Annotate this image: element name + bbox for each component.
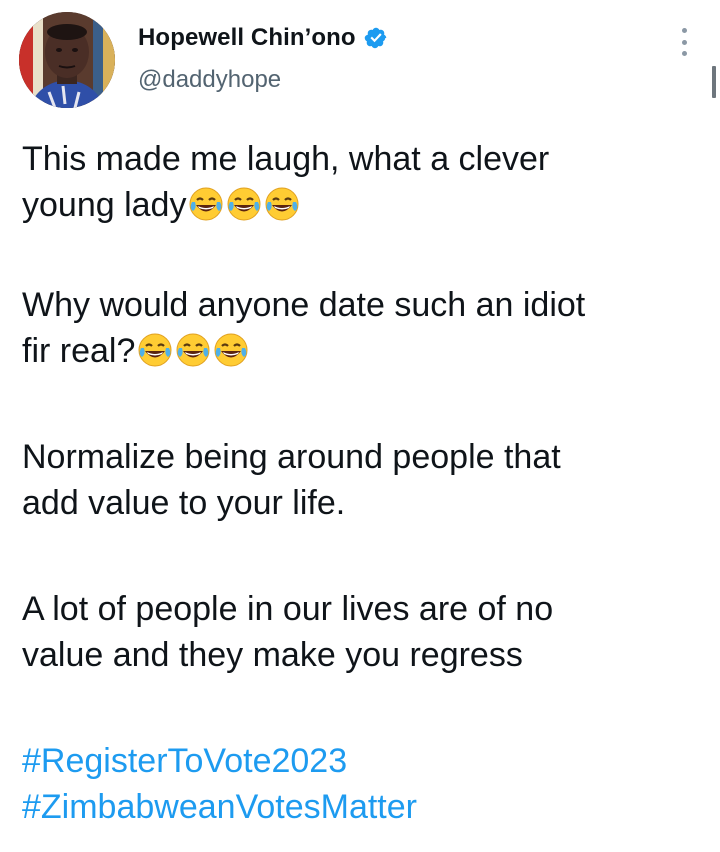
hashtag-link[interactable]: #RegisterToVote2023 — [22, 738, 347, 784]
user-handle[interactable]: @daddyhope — [138, 66, 281, 94]
hashtag-link[interactable]: #ZimbabweanVotesMatter — [22, 784, 417, 830]
tweet-text-line: Normalize being around people that — [22, 438, 561, 476]
tweet-text-fragment: young lady — [22, 186, 187, 224]
tweet-text-line: add value to your life. — [22, 484, 346, 522]
emoji-group — [137, 332, 249, 368]
avatar[interactable] — [19, 12, 115, 108]
face-with-tears-of-joy-icon — [137, 332, 173, 368]
tweet-card: Hopewell Chin’ono @daddyhope This made m… — [0, 0, 720, 852]
face-with-tears-of-joy-icon — [226, 186, 262, 222]
face-with-tears-of-joy-icon — [213, 332, 249, 368]
author-name-row: Hopewell Chin’ono — [138, 24, 388, 52]
tweet-text-line: A lot of people in our lives are of no — [22, 590, 554, 628]
face-with-tears-of-joy-icon — [188, 186, 224, 222]
tweet-text-fragment: fir real? — [22, 332, 136, 370]
tweet-text-line: Why would anyone date such an idiot — [22, 286, 586, 324]
display-name[interactable]: Hopewell Chin’ono — [138, 24, 356, 52]
tweet-text-line-with-emoji: fir real? — [22, 328, 249, 374]
more-options-icon[interactable] — [674, 28, 694, 56]
emoji-group — [188, 186, 300, 222]
face-with-tears-of-joy-icon — [175, 332, 211, 368]
tweet-text-line: value and they make you regress — [22, 636, 523, 674]
face-with-tears-of-joy-icon — [264, 186, 300, 222]
tweet-text-line-with-emoji: young lady — [22, 182, 300, 228]
verified-badge-icon — [364, 26, 388, 50]
tweet-text-line: This made me laugh, what a clever — [22, 140, 550, 178]
scrollbar-thumb[interactable] — [712, 66, 716, 98]
